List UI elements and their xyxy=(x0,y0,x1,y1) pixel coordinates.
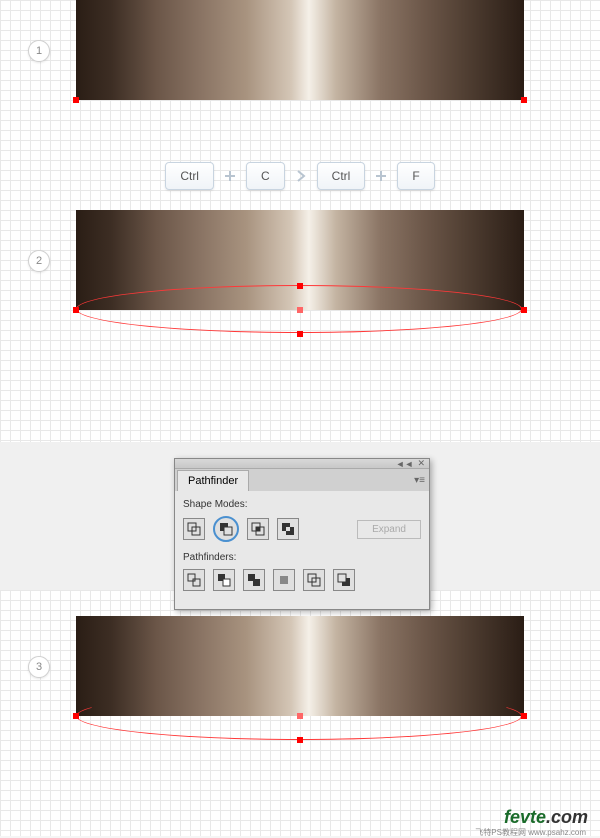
step-badge-3: 3 xyxy=(28,656,50,678)
trim-icon[interactable] xyxy=(213,569,235,591)
artboard-grid: 1 Ctrl C Ctrl F 2 ◄◄ ✕ Pathfinder ▾≡ Sha xyxy=(0,0,600,836)
shape-modes-label: Shape Modes: xyxy=(183,499,421,510)
minus-back-icon[interactable] xyxy=(333,569,355,591)
merge-icon[interactable] xyxy=(243,569,265,591)
watermark-subtitle: 飞特PS教程网 www.psahz.com xyxy=(475,827,586,838)
close-icon[interactable]: ✕ xyxy=(417,458,425,469)
minus-front-icon[interactable] xyxy=(213,516,239,542)
key-ctrl: Ctrl xyxy=(165,162,214,190)
shape-modes-row: Expand xyxy=(183,516,421,542)
anchor-point[interactable] xyxy=(297,331,303,337)
pathfinders-row xyxy=(183,569,421,591)
expand-button[interactable]: Expand xyxy=(357,520,421,539)
plus-icon xyxy=(220,166,240,186)
center-point[interactable] xyxy=(297,307,303,313)
cylinder-2 xyxy=(76,210,524,335)
anchor-point[interactable] xyxy=(521,97,527,103)
outline-icon[interactable] xyxy=(303,569,325,591)
crop-icon[interactable] xyxy=(273,569,295,591)
plus-icon xyxy=(371,166,391,186)
cylinder-body xyxy=(76,616,524,716)
key-c: C xyxy=(246,162,285,190)
anchor-point[interactable] xyxy=(521,713,527,719)
pathfinder-panel: ◄◄ ✕ Pathfinder ▾≡ Shape Modes: Expand P… xyxy=(174,458,430,610)
key-f: F xyxy=(397,162,434,190)
cylinder-3 xyxy=(76,616,524,741)
anchor-point[interactable] xyxy=(521,307,527,313)
center-point[interactable] xyxy=(297,713,303,719)
intersect-icon[interactable] xyxy=(247,518,269,540)
keyboard-shortcut-row: Ctrl C Ctrl F xyxy=(0,162,600,190)
panel-menu-icon[interactable]: ▾≡ xyxy=(414,475,425,486)
panel-tabs: Pathfinder xyxy=(175,469,429,491)
unite-icon[interactable] xyxy=(183,518,205,540)
anchor-point[interactable] xyxy=(73,713,79,719)
anchor-point[interactable] xyxy=(297,283,303,289)
anchor-point[interactable] xyxy=(73,97,79,103)
key-ctrl: Ctrl xyxy=(317,162,366,190)
cylinder-body xyxy=(76,210,524,310)
anchor-point[interactable] xyxy=(297,737,303,743)
anchor-point[interactable] xyxy=(73,307,79,313)
pathfinders-label: Pathfinders: xyxy=(183,552,421,563)
watermark-logo: fevte.com xyxy=(504,807,588,828)
divide-icon[interactable] xyxy=(183,569,205,591)
step-badge-2: 2 xyxy=(28,250,50,272)
collapse-icon[interactable]: ◄◄ xyxy=(396,459,414,469)
tab-pathfinder[interactable]: Pathfinder xyxy=(177,470,249,491)
chevron-right-icon xyxy=(291,166,311,186)
step-badge-1: 1 xyxy=(28,40,50,62)
exclude-icon[interactable] xyxy=(277,518,299,540)
cylinder-body xyxy=(76,0,524,100)
panel-titlebar[interactable]: ◄◄ ✕ xyxy=(175,459,429,469)
cylinder-1 xyxy=(76,0,524,125)
